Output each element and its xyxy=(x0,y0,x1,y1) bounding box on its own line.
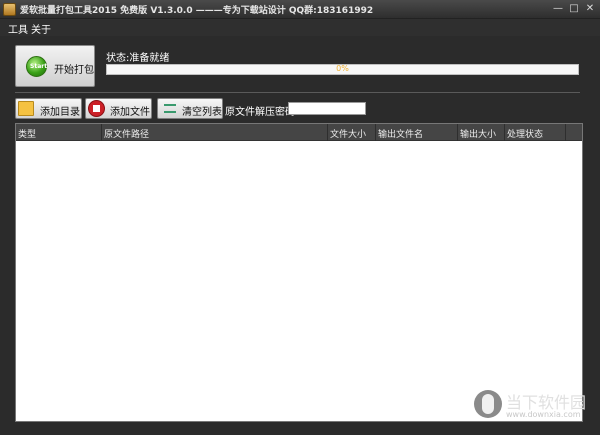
column-output-name[interactable]: 输出文件名 xyxy=(376,124,458,141)
main-panel: Start 开始打包 状态:准备就绪 0% 添加目录 添加文件 清空列表 原文件… xyxy=(10,37,591,427)
app-icon xyxy=(3,3,16,16)
progress-percent: 0% xyxy=(336,64,349,73)
close-button[interactable]: ✕ xyxy=(583,3,597,15)
menu-tools[interactable]: 工具 xyxy=(8,21,28,36)
start-pack-label: 开始打包 xyxy=(54,65,94,76)
clear-list-button[interactable]: 清空列表 xyxy=(157,98,223,119)
file-list[interactable]: 类型 原文件路径 文件大小 输出文件名 输出大小 处理状态 xyxy=(15,123,583,422)
column-source-path[interactable]: 原文件路径 xyxy=(102,124,328,141)
maximize-button[interactable]: □ xyxy=(567,3,581,15)
password-label: 原文件解压密码 xyxy=(225,107,295,118)
downxia-logo-icon xyxy=(474,390,502,418)
clear-list-label: 清空列表 xyxy=(182,107,222,118)
password-input[interactable] xyxy=(288,102,366,115)
watermark-url: www.downxia.com xyxy=(506,410,581,419)
watermark: 当下软件园 www.downxia.com xyxy=(470,382,595,428)
column-output-size[interactable]: 输出大小 xyxy=(458,124,505,141)
menu-about[interactable]: 关于 xyxy=(31,21,51,36)
window-title: 爱软批量打包工具2015 免费版 V1.3.0.0 ———专为下载站设计 QQ群… xyxy=(20,6,374,16)
start-pack-button[interactable]: Start 开始打包 xyxy=(15,45,95,87)
title-bar: 爱软批量打包工具2015 免费版 V1.3.0.0 ———专为下载站设计 QQ群… xyxy=(0,0,600,19)
start-icon-text: Start xyxy=(30,63,48,70)
column-file-size[interactable]: 文件大小 xyxy=(328,124,376,141)
file-icon xyxy=(88,100,105,117)
add-file-button[interactable]: 添加文件 xyxy=(85,98,152,119)
start-play-icon: Start xyxy=(26,56,47,77)
add-file-label: 添加文件 xyxy=(110,107,150,118)
column-status[interactable]: 处理状态 xyxy=(505,124,566,141)
column-type[interactable]: 类型 xyxy=(16,124,102,141)
progress-bar: 0% xyxy=(106,64,579,75)
divider xyxy=(15,92,580,93)
folder-icon xyxy=(18,101,34,116)
minimize-button[interactable]: — xyxy=(551,3,565,15)
clear-list-icon xyxy=(164,104,176,113)
add-directory-label: 添加目录 xyxy=(40,107,80,118)
list-header: 类型 原文件路径 文件大小 输出文件名 输出大小 处理状态 xyxy=(16,124,582,141)
status-text: 状态:准备就绪 xyxy=(106,53,170,64)
menu-bar: 工具 关于 xyxy=(0,19,600,36)
add-directory-button[interactable]: 添加目录 xyxy=(15,98,82,119)
